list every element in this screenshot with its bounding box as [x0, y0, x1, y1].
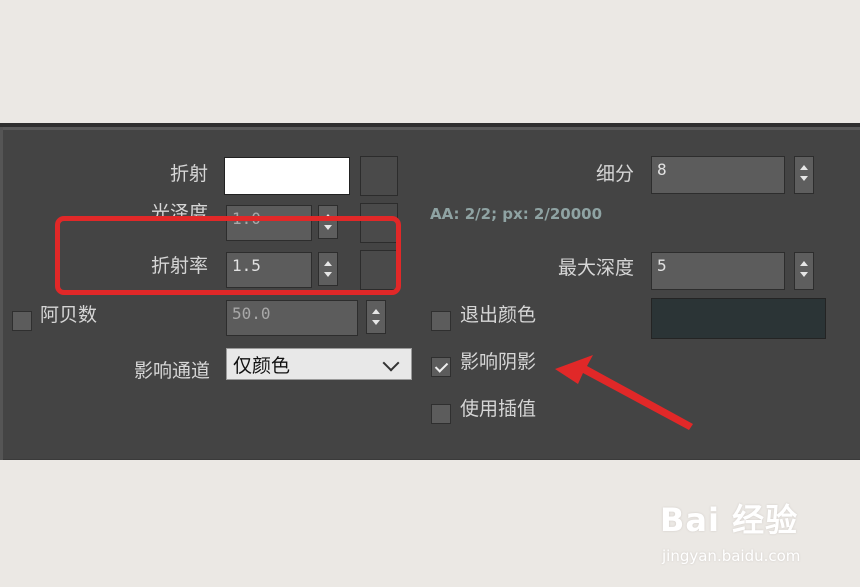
subdivs-input[interactable]: 8 [651, 156, 785, 194]
aa-info-text: AA: 2/2; px: 2/20000 [430, 205, 603, 223]
exit-color-swatch[interactable] [651, 298, 826, 339]
spin-up-icon [372, 309, 380, 314]
panel-left-edge [0, 127, 3, 460]
max-depth-label: 最大深度 [557, 257, 634, 279]
watermark-brand: Bai 经验 [660, 501, 799, 539]
subdivs-label: 细分 [595, 163, 634, 185]
spin-down-icon [372, 320, 380, 325]
spin-up-icon [800, 165, 808, 170]
exit-color-checkbox[interactable] [431, 311, 451, 331]
chevron-down-icon [382, 354, 400, 372]
exit-color-label: 退出颜色 [460, 304, 537, 326]
spin-down-icon [800, 176, 808, 181]
refraction-color-swatch[interactable] [224, 157, 350, 195]
highlight-box [55, 216, 401, 295]
max-depth-spinner[interactable] [794, 252, 814, 290]
affect-channels-select[interactable]: 仅颜色 [226, 348, 412, 380]
affect-channels-value: 仅颜色 [233, 355, 291, 377]
refraction-map-button[interactable] [360, 156, 398, 196]
panel-top-edge [0, 127, 860, 130]
spin-down-icon [800, 272, 808, 277]
annotation-arrow-icon [555, 355, 693, 430]
abbe-input[interactable]: 50.0 [226, 300, 358, 336]
refraction-label: 折射 [169, 163, 208, 185]
abbe-spinner[interactable] [366, 300, 386, 334]
abbe-checkbox[interactable] [12, 311, 32, 331]
affect-shadows-checkbox[interactable] [431, 357, 451, 377]
spin-up-icon [800, 261, 808, 266]
subdivs-spinner[interactable] [794, 156, 814, 194]
use-interpolation-label: 使用插值 [460, 398, 537, 420]
watermark-url: jingyan.baidu.com [662, 547, 801, 565]
affect-channels-label: 影响通道 [133, 360, 210, 382]
use-interpolation-checkbox[interactable] [431, 404, 451, 424]
affect-shadows-label: 影响阴影 [460, 351, 537, 373]
max-depth-input[interactable]: 5 [651, 252, 785, 290]
watermark: Bai 经验 jingyan.baidu.com [660, 495, 840, 575]
abbe-label: 阿贝数 [40, 304, 98, 326]
